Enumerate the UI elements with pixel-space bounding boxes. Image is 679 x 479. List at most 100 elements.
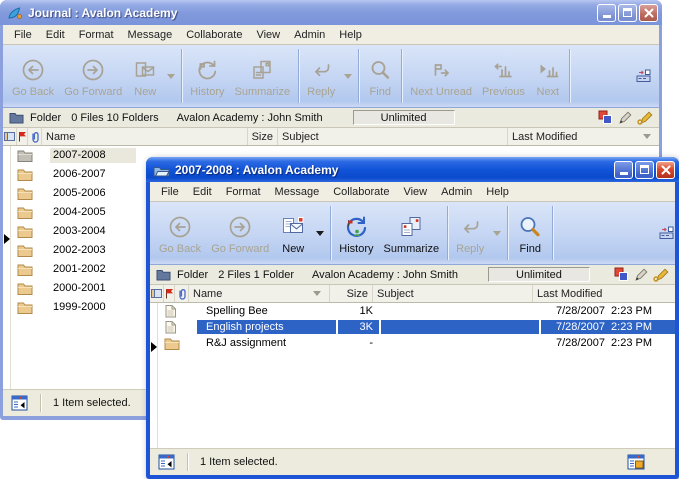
- maximize-button[interactable]: [635, 161, 654, 179]
- pane-splitter[interactable]: [150, 303, 158, 448]
- folder-row[interactable]: R&J assignment - 7/28/2007 2:23 PM: [158, 335, 675, 351]
- summarize-icon: [249, 54, 275, 86]
- customize-toolbar-icon[interactable]: [659, 226, 675, 240]
- folder-name: 1999-2000: [50, 300, 136, 315]
- new-dropdown-arrow[interactable]: [312, 205, 327, 261]
- reply-button[interactable]: Reply: [451, 205, 489, 261]
- close-button[interactable]: [656, 161, 675, 179]
- minimize-button[interactable]: [614, 161, 633, 179]
- folder-name: R&J assignment: [197, 336, 336, 350]
- folder-name: 2004-2005: [50, 205, 136, 220]
- history-button[interactable]: History: [334, 205, 378, 261]
- column-last-modified[interactable]: Last Modified: [533, 285, 675, 302]
- previous-button[interactable]: Previous: [477, 48, 530, 104]
- reply-button[interactable]: Reply: [302, 48, 340, 104]
- menu-file[interactable]: File: [7, 26, 39, 44]
- go-forward-button[interactable]: Go Forward: [59, 48, 127, 104]
- column-subject[interactable]: Subject: [278, 128, 508, 145]
- menu-help[interactable]: Help: [479, 183, 516, 201]
- menu-help[interactable]: Help: [332, 26, 369, 44]
- new-dropdown-arrow[interactable]: [163, 48, 178, 104]
- menu-collaborate[interactable]: Collaborate: [179, 26, 249, 44]
- customize-toolbar-icon[interactable]: [636, 69, 652, 83]
- find-button[interactable]: Find: [362, 48, 398, 104]
- item-type-column-icon[interactable]: [3, 128, 17, 145]
- folder-size: -: [338, 336, 379, 350]
- flag-column-icon[interactable]: [164, 285, 175, 302]
- summarize-button[interactable]: Summarize: [379, 205, 445, 261]
- folder-icon: [9, 111, 24, 124]
- menu-admin[interactable]: Admin: [287, 26, 332, 44]
- column-last-modified[interactable]: Last Modified: [508, 128, 659, 145]
- toolbar-separator: [552, 206, 553, 260]
- splitter-handle-icon[interactable]: [4, 234, 10, 244]
- summarize-button[interactable]: Summarize: [230, 48, 296, 104]
- history-icon: [342, 211, 370, 243]
- toolbar-separator: [358, 49, 359, 103]
- journal-title-bar[interactable]: Journal : Avalon Academy: [0, 0, 662, 25]
- menu-bar: File Edit Format Message Collaborate Vie…: [3, 25, 659, 45]
- new-button[interactable]: New: [127, 48, 163, 104]
- menu-admin[interactable]: Admin: [434, 183, 479, 201]
- edit-pencil-icon: [634, 268, 648, 282]
- folder-icon: [11, 168, 50, 181]
- column-name[interactable]: Name: [189, 285, 330, 302]
- find-button[interactable]: Find: [511, 205, 549, 261]
- column-header-row: Name Size Subject Last Modified: [150, 285, 675, 303]
- go-forward-icon: [227, 211, 253, 243]
- item-type-column-icon[interactable]: [150, 285, 164, 302]
- column-subject[interactable]: Subject: [373, 285, 533, 302]
- toggle-panel-icon[interactable]: [11, 395, 28, 411]
- folder-name: 2002-2003: [50, 243, 136, 258]
- go-back-button[interactable]: Go Back: [154, 205, 206, 261]
- menu-view[interactable]: View: [396, 183, 434, 201]
- pane-splitter[interactable]: [3, 146, 11, 389]
- summarize-icon: [397, 211, 425, 243]
- maximize-button[interactable]: [618, 4, 637, 22]
- folder-title-bar[interactable]: 2007-2008 : Avalon Academy: [146, 157, 679, 182]
- menu-format[interactable]: Format: [72, 26, 121, 44]
- next-button[interactable]: Next: [530, 48, 566, 104]
- menu-file[interactable]: File: [154, 183, 186, 201]
- menu-message[interactable]: Message: [268, 183, 327, 201]
- history-button[interactable]: History: [185, 48, 229, 104]
- menu-collaborate[interactable]: Collaborate: [326, 183, 396, 201]
- document-icon: [158, 320, 197, 334]
- file-row-selected[interactable]: English projects 3K 7/28/2007 2:23 PM: [158, 319, 675, 335]
- menu-edit[interactable]: Edit: [39, 26, 72, 44]
- toggle-panel-icon[interactable]: [158, 454, 175, 470]
- minimize-button[interactable]: [597, 4, 616, 22]
- file-subject: [381, 320, 539, 334]
- status-text: 1 Item selected.: [53, 397, 131, 409]
- reply-dropdown-arrow[interactable]: [340, 48, 355, 104]
- previous-icon: [490, 54, 516, 86]
- menu-edit[interactable]: Edit: [186, 183, 219, 201]
- attachment-column-icon[interactable]: [175, 285, 189, 302]
- flag-column-icon[interactable]: [17, 128, 28, 145]
- menu-format[interactable]: Format: [219, 183, 268, 201]
- edit-pencil-icon: [618, 111, 632, 125]
- column-name[interactable]: Name: [42, 128, 248, 145]
- toolbar-separator: [330, 206, 331, 260]
- go-back-button[interactable]: Go Back: [7, 48, 59, 104]
- attachment-column-icon[interactable]: [28, 128, 42, 145]
- column-size[interactable]: Size: [330, 285, 373, 302]
- splitter-handle-icon[interactable]: [151, 342, 157, 352]
- find-icon: [367, 54, 393, 86]
- column-size[interactable]: Size: [248, 128, 278, 145]
- next-unread-button[interactable]: Next Unread: [405, 48, 477, 104]
- window-title: 2007-2008 : Avalon Academy: [175, 163, 609, 177]
- go-forward-button[interactable]: Go Forward: [206, 205, 274, 261]
- file-row[interactable]: Spelling Bee 1K 7/28/2007 2:23 PM: [158, 303, 675, 319]
- folder-2007-2008-window[interactable]: 2007-2008 : Avalon Academy File Edit For…: [146, 157, 679, 479]
- sort-descending-icon: [313, 291, 321, 300]
- new-button[interactable]: New: [274, 205, 312, 261]
- menu-message[interactable]: Message: [121, 26, 180, 44]
- view-panel-icon[interactable]: [627, 454, 645, 470]
- menu-view[interactable]: View: [249, 26, 287, 44]
- find-icon: [516, 211, 544, 243]
- next-unread-icon: [428, 54, 454, 86]
- close-button[interactable]: [639, 4, 658, 22]
- reply-dropdown-arrow[interactable]: [489, 205, 504, 261]
- folder-icon: [11, 225, 50, 238]
